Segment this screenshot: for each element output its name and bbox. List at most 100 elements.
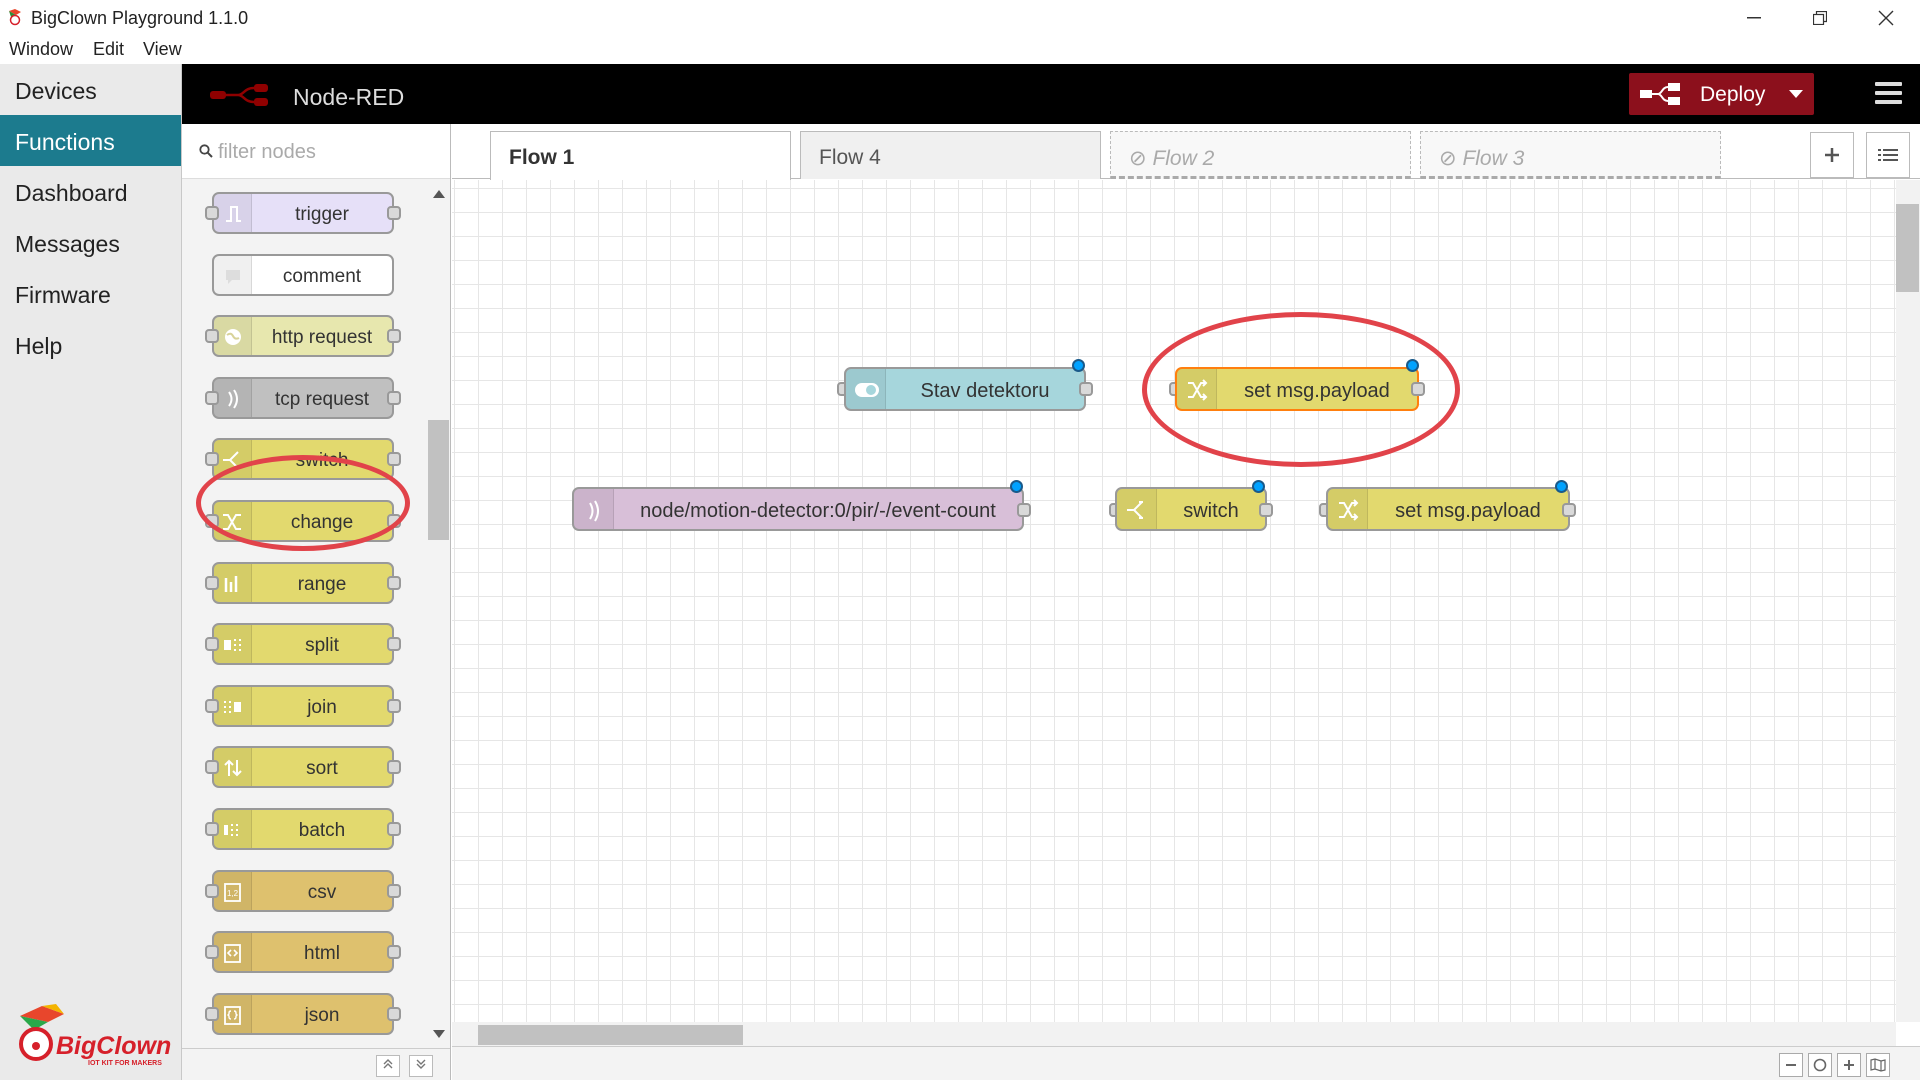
deploy-label: Deploy	[1700, 83, 1766, 106]
output-port[interactable]	[1259, 503, 1273, 517]
sidebar-item-functions[interactable]: Functions	[0, 115, 181, 166]
output-port[interactable]	[1562, 503, 1576, 517]
switch-icon	[1117, 489, 1157, 529]
palette-footer	[182, 1048, 450, 1080]
palette-node-join[interactable]: join	[212, 684, 394, 727]
output-port[interactable]	[1079, 382, 1093, 396]
plus-icon	[1825, 148, 1839, 162]
restore-button[interactable]	[1787, 0, 1853, 35]
input-port	[205, 945, 219, 960]
toggle-icon	[846, 369, 886, 409]
plus-icon	[1844, 1060, 1854, 1070]
input-port	[205, 1006, 219, 1021]
close-button[interactable]	[1853, 0, 1919, 35]
menu-window[interactable]: Window	[9, 39, 73, 60]
flow-tabs: Flow 1 Flow 4 ⊘ Flow 2 ⊘ Flow 3	[452, 124, 1920, 180]
navigator-button[interactable]	[1866, 1053, 1890, 1077]
output-port	[387, 822, 401, 836]
palette-node-batch[interactable]: batch	[212, 808, 394, 850]
flow-list-button[interactable]	[1866, 132, 1910, 178]
palette-node-trigger[interactable]: trigger	[212, 192, 394, 234]
sidebar-item-firmware[interactable]: Firmware	[0, 268, 181, 319]
tab-flow-2[interactable]: ⊘ Flow 2	[1110, 131, 1411, 179]
json-icon	[214, 994, 252, 1033]
menu-edit[interactable]: Edit	[93, 39, 124, 60]
add-flow-button[interactable]	[1810, 132, 1854, 178]
flow-workspace[interactable]: Stav detektoru set msg.payload node/moti…	[452, 180, 1896, 1022]
tab-flow-3[interactable]: ⊘ Flow 3	[1420, 131, 1721, 179]
main-menu-button[interactable]	[1875, 82, 1902, 104]
workspace-vertical-scrollbar[interactable]	[1896, 180, 1920, 1022]
collapse-all-button[interactable]	[376, 1055, 400, 1077]
input-port	[205, 206, 219, 220]
window-title: BigClown Playground 1.1.0	[31, 8, 249, 28]
palette-node-split[interactable]: split	[212, 623, 394, 666]
comment-icon	[214, 255, 252, 294]
menu-bar: Window Edit View	[0, 35, 1920, 64]
batch-icon	[214, 810, 252, 848]
chevron-down-icon	[416, 1059, 426, 1069]
flow-node-set-msg-payload-2[interactable]: set msg.payload	[1326, 487, 1570, 531]
input-port	[205, 760, 219, 775]
flow-node-stav-detektoru[interactable]: Stav detektoru	[844, 367, 1086, 411]
output-port	[387, 637, 401, 652]
svg-text:BigClown: BigClown	[56, 1032, 171, 1060]
input-port	[205, 575, 219, 590]
vertical-scroll-thumb[interactable]	[1896, 204, 1919, 292]
input-port	[205, 390, 219, 405]
join-icon	[214, 686, 252, 725]
input-port	[205, 329, 219, 344]
scroll-down-arrow-icon[interactable]	[433, 1030, 445, 1038]
input-port	[205, 698, 219, 713]
palette-node-sort[interactable]: sort	[212, 746, 394, 789]
palette-node-http-request[interactable]: http request	[212, 315, 394, 358]
flow-node-switch[interactable]: switch	[1115, 487, 1267, 531]
output-port	[387, 452, 401, 467]
filter-nodes-input[interactable]	[218, 137, 438, 167]
minimize-icon	[1747, 16, 1761, 18]
palette-scrollbar[interactable]	[428, 420, 449, 540]
node-label: set msg.payload	[1395, 500, 1541, 522]
sidebar-item-dashboard[interactable]: Dashboard	[0, 166, 181, 217]
palette-node-html[interactable]: html	[212, 931, 394, 974]
zoom-reset-button[interactable]	[1808, 1053, 1832, 1077]
menu-view[interactable]: View	[143, 39, 182, 60]
app-icon	[9, 9, 21, 26]
tab-flow-1[interactable]: Flow 1	[490, 131, 791, 180]
palette-node-csv[interactable]: 1,2 csv	[212, 869, 394, 912]
app-sidebar: Devices Functions Dashboard Messages Fir…	[0, 64, 182, 1080]
node-label: Stav detektoru	[920, 380, 1050, 402]
flow-node-mqtt-in[interactable]: node/motion-detector:0/pir/-/event-count	[572, 487, 1024, 531]
chevron-down-icon[interactable]	[1789, 90, 1803, 99]
zoom-in-button[interactable]	[1837, 1053, 1861, 1077]
tab-label: Flow 2	[1152, 147, 1215, 170]
tab-flow-4[interactable]: Flow 4	[800, 131, 1101, 179]
search-icon	[199, 144, 213, 158]
output-port	[387, 760, 401, 775]
output-port[interactable]	[1017, 503, 1031, 517]
palette-node-label: sort	[306, 758, 338, 780]
deploy-button[interactable]: Deploy	[1629, 73, 1814, 115]
sidebar-item-messages[interactable]: Messages	[0, 217, 181, 268]
palette-node-json[interactable]: json	[212, 992, 394, 1035]
minimize-button[interactable]	[1721, 0, 1787, 35]
svg-text:1,2: 1,2	[227, 889, 239, 898]
zoom-out-button[interactable]	[1779, 1053, 1803, 1077]
palette-node-label: tcp request	[275, 388, 369, 410]
input-port	[205, 883, 219, 898]
sidebar-item-devices[interactable]: Devices	[0, 64, 181, 115]
palette-node-range[interactable]: range	[212, 561, 394, 604]
palette-node-comment[interactable]: comment	[212, 253, 394, 296]
sidebar-item-help[interactable]: Help	[0, 319, 181, 370]
close-icon	[1878, 10, 1894, 25]
changed-indicator	[1555, 480, 1568, 493]
horizontal-scroll-thumb[interactable]	[478, 1025, 743, 1045]
scroll-up-arrow-icon[interactable]	[433, 190, 445, 198]
minus-icon	[1786, 1064, 1796, 1066]
tab-label: Flow 3	[1462, 147, 1525, 170]
palette-node-tcp-request[interactable]: tcp request	[212, 376, 394, 419]
globe-icon	[214, 317, 252, 356]
expand-all-button[interactable]	[409, 1055, 433, 1077]
bridge-icon	[214, 378, 252, 417]
node-label: node/motion-detector:0/pir/-/event-count	[640, 500, 996, 522]
